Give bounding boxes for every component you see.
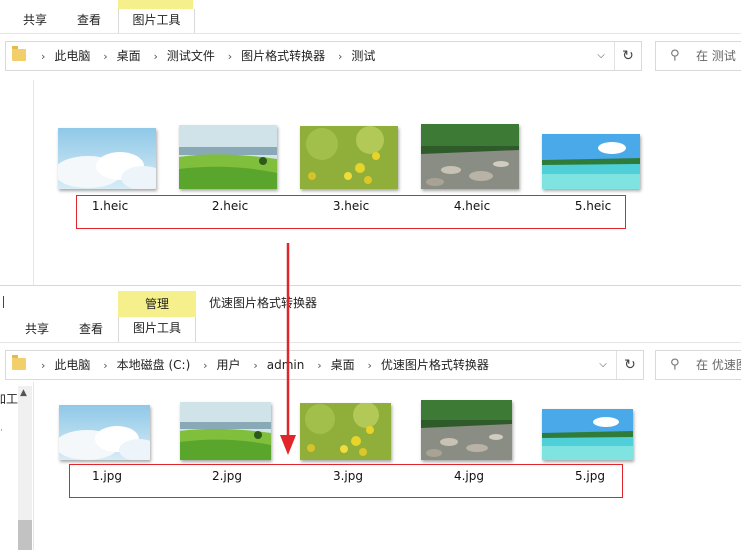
tab-picture-tools[interactable]: 图片工具 [118, 317, 196, 342]
chevron-right-icon[interactable]: › [367, 352, 371, 380]
explorer-window-converter: 管理 优速图片格式转换器 共享 查看 图片工具 › 此电脑 › 本地磁盘 (C:) … [0, 285, 741, 550]
chevron-right-icon[interactable]: › [103, 43, 107, 71]
window-edge-mark [3, 296, 4, 308]
chevron-right-icon[interactable]: › [154, 43, 158, 71]
thumbnail-1-jpg[interactable] [59, 405, 150, 460]
search-placeholder: 在 测试 [696, 49, 736, 63]
chevron-right-icon[interactable]: › [41, 352, 45, 380]
crumb-this-pc[interactable]: 此电脑 [54, 42, 90, 70]
chevron-right-icon[interactable]: › [338, 43, 342, 71]
folder-icon [12, 355, 26, 370]
breadcrumb: › 此电脑 › 桌面 › 测试文件 › 图片格式转换器 › 测试 [32, 42, 375, 70]
context-tab-manage[interactable]: 管理 [118, 291, 196, 317]
crumb-local-disk[interactable]: 本地磁盘 (C:) [117, 351, 191, 379]
chevron-right-icon[interactable]: › [228, 43, 232, 71]
nav-bullet: · [0, 426, 3, 436]
refresh-icon[interactable]: ↻ [614, 42, 641, 70]
refresh-icon[interactable]: ↻ [616, 351, 643, 379]
search-box[interactable]: ⚲ 在 测试 [655, 41, 741, 71]
chevron-right-icon[interactable]: › [41, 43, 45, 71]
nav-item-fragment[interactable]: 加工 [0, 390, 18, 407]
search-icon: ⚲ [670, 48, 680, 63]
crumb-desktop[interactable]: 桌面 [117, 42, 141, 70]
tab-share[interactable]: 共享 [14, 9, 56, 31]
chevron-down-icon[interactable]: ⌵ [594, 351, 612, 379]
chevron-right-icon[interactable]: › [253, 352, 257, 380]
address-bar[interactable]: › 此电脑 › 本地磁盘 (C:) › 用户 › admin › 桌面 › 优速图片格式转换… [5, 350, 644, 380]
search-icon: ⚲ [670, 357, 680, 372]
thumbnail-4-jpg[interactable] [421, 400, 512, 460]
scroll-thumb[interactable] [18, 520, 32, 550]
folder-icon [12, 46, 26, 61]
context-tab-color-strip [118, 0, 193, 9]
thumbnail-1-heic[interactable] [58, 128, 156, 189]
down-arrow-icon [280, 243, 296, 455]
crumb-desktop[interactable]: 桌面 [331, 351, 355, 379]
thumbnail-4-heic[interactable] [421, 124, 519, 189]
breadcrumb: › 此电脑 › 本地磁盘 (C:) › 用户 › admin › 桌面 › 优速图片格式转换… [32, 351, 489, 379]
ribbon-divider [0, 342, 741, 343]
thumbnail-3-jpg[interactable] [300, 403, 391, 460]
thumbnail-3-heic[interactable] [300, 126, 398, 189]
thumbnail-2-jpg[interactable] [180, 402, 271, 460]
search-placeholder: 在 优速图 [696, 358, 741, 372]
ribbon-divider [0, 33, 741, 34]
search-box[interactable]: ⚲ 在 优速图 [655, 350, 741, 380]
chevron-right-icon[interactable]: › [317, 352, 321, 380]
scroll-up-icon[interactable]: ▲ [20, 388, 27, 398]
address-bar[interactable]: › 此电脑 › 桌面 › 测试文件 › 图片格式转换器 › 测试 ⌵ ↻ [5, 41, 642, 71]
window-title: 优速图片格式转换器 [209, 296, 318, 310]
thumbnail-2-heic[interactable] [179, 125, 277, 189]
nav-scrollbar[interactable]: ▲ [18, 386, 32, 550]
explorer-window-test: 共享 查看 图片工具 › 此电脑 › 桌面 › 测试文件 › 图片格式转换器 › 测试 ⌵… [0, 0, 741, 287]
highlight-box-heic [76, 195, 626, 229]
navigation-pane [0, 80, 34, 287]
crumb-converter[interactable]: 图片格式转换器 [241, 42, 325, 70]
tab-picture-tools[interactable]: 图片工具 [118, 9, 195, 33]
crumb-test[interactable]: 测试 [351, 42, 375, 70]
crumb-converter[interactable]: 优速图片格式转换器 [381, 351, 489, 379]
thumbnail-5-jpg[interactable] [542, 409, 633, 460]
chevron-down-icon[interactable]: ⌵ [592, 42, 610, 70]
tab-view[interactable]: 查看 [68, 318, 114, 340]
chevron-right-icon[interactable]: › [103, 352, 107, 380]
crumb-test-files[interactable]: 测试文件 [167, 42, 215, 70]
tab-share[interactable]: 共享 [14, 318, 60, 340]
crumb-this-pc[interactable]: 此电脑 [54, 351, 90, 379]
chevron-right-icon[interactable]: › [203, 352, 207, 380]
highlight-box-jpg [69, 464, 623, 498]
crumb-users[interactable]: 用户 [217, 351, 241, 379]
tab-view[interactable]: 查看 [68, 9, 110, 31]
thumbnail-5-heic[interactable] [542, 134, 640, 189]
